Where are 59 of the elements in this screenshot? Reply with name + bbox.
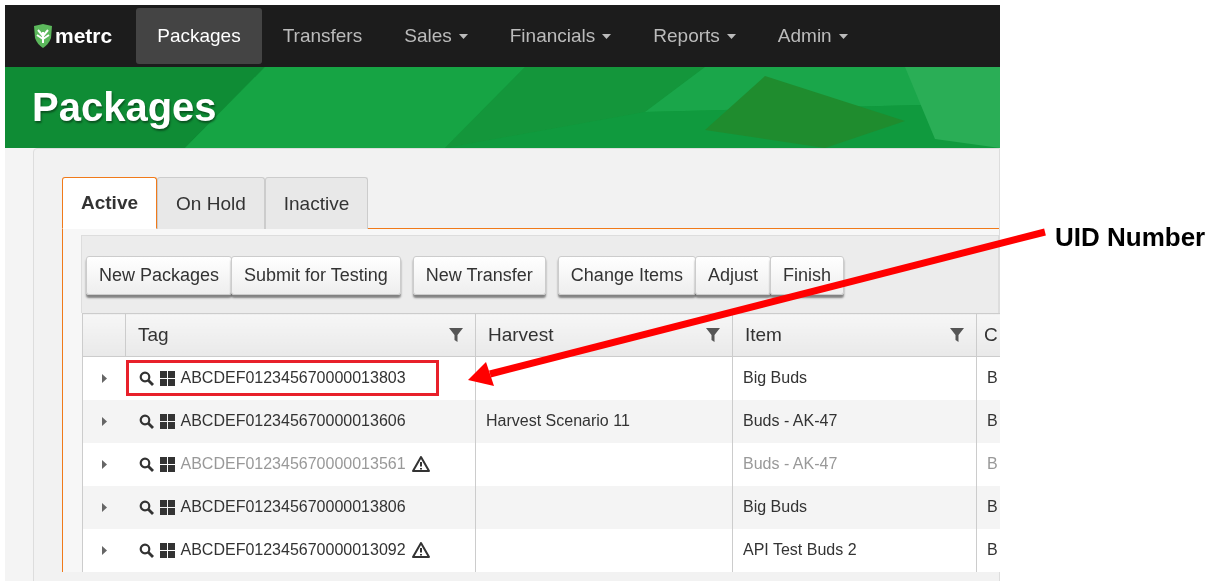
table-cell: B xyxy=(987,412,998,429)
table-cell: B xyxy=(987,455,998,472)
filter-icon[interactable] xyxy=(706,328,720,342)
page-title: Packages xyxy=(32,85,217,130)
search-icon[interactable] xyxy=(138,456,154,472)
caret-icon[interactable] xyxy=(838,33,848,39)
expand-arrow-icon[interactable] xyxy=(101,503,107,512)
tag-number: ABCDEF012345670000013606 xyxy=(180,412,406,430)
toolbar-button[interactable]: Adjust xyxy=(694,256,771,295)
caret-icon[interactable] xyxy=(458,33,468,39)
tag-number: ABCDEF012345670000013803 xyxy=(180,369,406,388)
grid-icon[interactable] xyxy=(159,499,175,515)
grid-icon[interactable] xyxy=(159,542,175,558)
nav-item[interactable]: Financials xyxy=(488,8,633,64)
nav-item[interactable]: Reports xyxy=(632,8,757,64)
search-icon[interactable] xyxy=(138,542,154,558)
search-icon[interactable] xyxy=(138,413,154,429)
leaf-shield-icon xyxy=(33,24,53,48)
tab[interactable]: Active xyxy=(62,177,158,229)
column-header[interactable]: Tag xyxy=(125,313,476,357)
expand-arrow-icon[interactable] xyxy=(101,374,107,384)
annotation-label: UID Number xyxy=(1055,222,1206,252)
filter-icon[interactable] xyxy=(449,328,463,342)
table-cell: Big Buds xyxy=(743,498,808,515)
expand-arrow-icon[interactable] xyxy=(101,546,107,555)
toolbar-button[interactable]: Change Items xyxy=(557,256,696,295)
nav-item[interactable]: Admin xyxy=(756,8,869,64)
table-cell: B xyxy=(987,498,998,515)
grid-icon[interactable] xyxy=(159,370,175,386)
filter-icon[interactable] xyxy=(950,328,964,342)
nav-item[interactable]: Transfers xyxy=(261,8,384,64)
grid-icon[interactable] xyxy=(159,413,175,429)
toolbar-button[interactable]: New Transfer xyxy=(412,256,546,295)
toolbar-button[interactable]: Submit for Testing xyxy=(231,256,401,295)
table-cell: B xyxy=(987,369,998,387)
table-cell: Buds - AK-47 xyxy=(743,412,838,429)
table-cell: API Test Buds 2 xyxy=(743,541,857,558)
table-cell: Harvest Scenario 11 xyxy=(486,412,630,429)
column-header[interactable]: Item xyxy=(732,313,977,357)
search-icon[interactable] xyxy=(138,370,154,386)
expand-arrow-icon[interactable] xyxy=(101,417,107,426)
search-icon[interactable] xyxy=(138,499,154,515)
column-header[interactable]: C xyxy=(976,313,1000,357)
tab[interactable]: On Hold xyxy=(157,177,265,229)
nav-item[interactable]: Packages xyxy=(136,8,262,64)
tag-number: ABCDEF012345670000013561 xyxy=(180,455,406,473)
table-cell: Buds - AK-47 xyxy=(743,455,838,472)
caret-icon[interactable] xyxy=(602,33,612,39)
tag-number: ABCDEF012345670000013092 xyxy=(180,541,406,559)
tab[interactable]: Inactive xyxy=(264,177,369,229)
table-cell: Big Buds xyxy=(743,369,808,387)
nav-item[interactable]: Sales xyxy=(383,8,489,64)
logo-text: metrc xyxy=(55,24,113,48)
grid-icon[interactable] xyxy=(159,456,175,472)
caret-icon[interactable] xyxy=(726,33,736,39)
toolbar-button[interactable]: New Packages xyxy=(86,256,233,295)
table-cell: B xyxy=(987,541,998,558)
expand-arrow-icon[interactable] xyxy=(101,460,107,469)
tag-number: ABCDEF012345670000013806 xyxy=(180,498,406,516)
